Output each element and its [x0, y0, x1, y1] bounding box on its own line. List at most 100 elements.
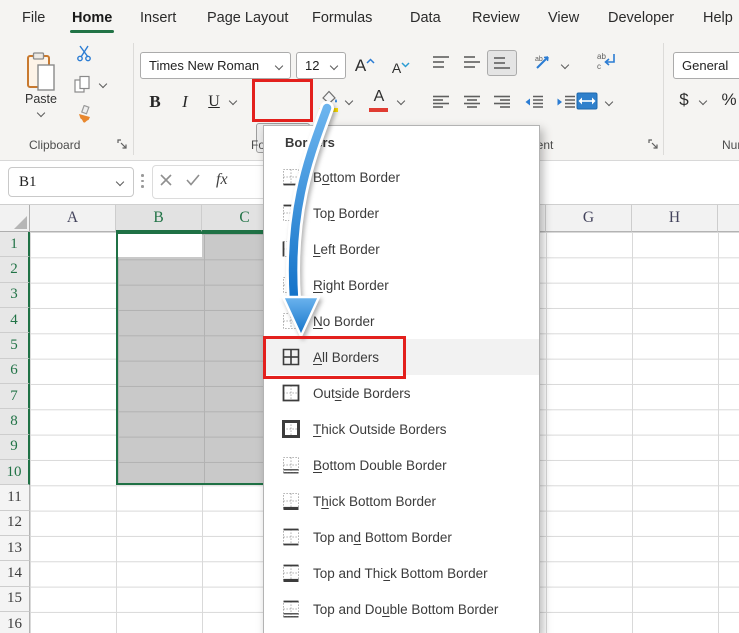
cut-button[interactable]: [74, 43, 94, 63]
border-bottom-double-icon: [282, 456, 300, 474]
tab-file[interactable]: File: [22, 0, 45, 35]
menu-item-outside-borders[interactable]: Outside Borders: [264, 375, 539, 411]
tab-developer[interactable]: Developer: [608, 0, 674, 35]
percent-format-button[interactable]: %: [720, 88, 738, 112]
tab-home[interactable]: Home: [72, 0, 112, 35]
clipboard-dialog-launcher-icon[interactable]: [117, 139, 128, 150]
row-header-12[interactable]: 12: [0, 511, 30, 536]
underline-button[interactable]: U: [206, 90, 222, 114]
menu-item-right-border[interactable]: Right Border: [264, 267, 539, 303]
row-header-7[interactable]: 7: [0, 384, 30, 409]
border-outside-icon: [282, 384, 300, 402]
select-all-corner[interactable]: [0, 205, 30, 232]
increase-indent-button[interactable]: [556, 95, 576, 109]
column-header-G[interactable]: G: [546, 205, 632, 232]
increase-font-size-button[interactable]: A: [352, 54, 378, 78]
align-top-button[interactable]: [432, 55, 450, 69]
menu-item-label: No Border: [313, 314, 375, 329]
orientation-chevron[interactable]: [561, 61, 569, 69]
border-top-bottom-icon: [282, 528, 300, 546]
align-middle-button[interactable]: [463, 55, 481, 69]
menu-item-label: Top and Double Bottom Border: [313, 602, 498, 617]
align-left-button[interactable]: [432, 95, 450, 109]
row-header-5[interactable]: 5: [0, 333, 30, 358]
menu-item-no-border[interactable]: No Border: [264, 303, 539, 339]
fill-color-button[interactable]: [318, 88, 340, 106]
decrease-font-size-button[interactable]: A: [388, 56, 414, 80]
number-format-combo[interactable]: General: [673, 52, 739, 79]
border-all-icon: [282, 348, 300, 366]
menu-item-top-and-double-bottom-border[interactable]: Top and Double Bottom Border: [264, 591, 539, 627]
column-header-I[interactable]: I: [718, 205, 739, 232]
tab-page-layout[interactable]: Page Layout: [207, 0, 288, 35]
font-color-button[interactable]: A: [369, 87, 389, 107]
row-header-16[interactable]: 16: [0, 612, 30, 633]
row-header-10[interactable]: 10: [0, 460, 30, 485]
bold-button[interactable]: B: [146, 90, 164, 114]
row-header-8[interactable]: 8: [0, 409, 30, 434]
tab-help[interactable]: Help: [703, 0, 733, 35]
menu-item-left-border[interactable]: Left Border: [264, 231, 539, 267]
menu-item-label: Outside Borders: [313, 386, 411, 401]
menu-item-thick-bottom-border[interactable]: Thick Bottom Border: [264, 483, 539, 519]
tab-review[interactable]: Review: [472, 0, 520, 35]
decrease-indent-button[interactable]: [524, 95, 544, 109]
menu-item-bottom-double-border[interactable]: Bottom Double Border: [264, 447, 539, 483]
tab-insert[interactable]: Insert: [140, 0, 176, 35]
row-header-11[interactable]: 11: [0, 485, 30, 510]
menu-item-top-and-thick-bottom-border[interactable]: Top and Thick Bottom Border: [264, 555, 539, 591]
format-painter-button[interactable]: [74, 103, 96, 125]
menu-item-top-and-bottom-border[interactable]: Top and Bottom Border: [264, 519, 539, 555]
align-center-button[interactable]: [463, 95, 481, 109]
row-header-4[interactable]: 4: [0, 308, 30, 333]
orientation-button[interactable]: ab: [534, 53, 554, 71]
tab-formulas[interactable]: Formulas: [312, 0, 372, 35]
row-header-3[interactable]: 3: [0, 283, 30, 308]
paste-label: Paste: [25, 92, 57, 106]
paste-dropdown-chevron[interactable]: [37, 109, 45, 117]
row-header-9[interactable]: 9: [0, 435, 30, 460]
alignment-dialog-launcher-icon[interactable]: [648, 139, 659, 150]
clipboard-group-label: Clipboard: [29, 138, 80, 152]
wrap-text-button[interactable]: ab c: [596, 51, 618, 71]
currency-format-button[interactable]: $: [676, 88, 692, 112]
row-header-15[interactable]: 15: [0, 587, 30, 612]
align-bottom-button[interactable]: [487, 50, 517, 76]
underline-dropdown-chevron[interactable]: [229, 97, 237, 105]
menu-item-label: Right Border: [313, 278, 389, 293]
copy-dropdown-chevron[interactable]: [99, 80, 107, 88]
merge-center-chevron[interactable]: [605, 98, 613, 106]
cancel-button[interactable]: [160, 174, 172, 186]
tab-data[interactable]: Data: [410, 0, 441, 35]
menu-item-all-borders[interactable]: All Borders: [264, 339, 539, 375]
menu-item-bottom-border[interactable]: Bottom Border: [264, 159, 539, 195]
menu-item-label: Thick Bottom Border: [313, 494, 436, 509]
menu-item-top-border[interactable]: Top Border: [264, 195, 539, 231]
text-orientation-icon: ab: [534, 53, 554, 71]
enter-button[interactable]: [186, 174, 200, 186]
row-header-13[interactable]: 13: [0, 536, 30, 561]
column-header-H[interactable]: H: [632, 205, 718, 232]
merge-center-button[interactable]: [576, 92, 598, 110]
insert-function-button[interactable]: fx: [216, 171, 228, 189]
font-color-chevron[interactable]: [397, 97, 405, 105]
font-size-combo[interactable]: 12: [296, 52, 346, 79]
italic-button[interactable]: I: [178, 90, 192, 114]
currency-format-chevron[interactable]: [699, 97, 707, 105]
font-name-value: Times New Roman: [149, 58, 259, 73]
align-right-button[interactable]: [493, 95, 511, 109]
fill-color-chevron[interactable]: [345, 97, 353, 105]
row-header-14[interactable]: 14: [0, 561, 30, 586]
font-name-combo[interactable]: Times New Roman: [140, 52, 291, 79]
column-header-A[interactable]: A: [30, 205, 116, 232]
column-header-B[interactable]: B: [116, 205, 202, 232]
name-box[interactable]: B1: [8, 167, 134, 197]
menu-item-thick-outside-borders[interactable]: Thick Outside Borders: [264, 411, 539, 447]
copy-button[interactable]: [72, 73, 92, 95]
row-header-1[interactable]: 1: [0, 232, 30, 257]
row-header-6[interactable]: 6: [0, 359, 30, 384]
paste-button[interactable]: Paste: [12, 40, 70, 128]
row-header-2[interactable]: 2: [0, 257, 30, 282]
name-box-chevron[interactable]: [116, 178, 124, 186]
tab-view[interactable]: View: [548, 0, 579, 35]
